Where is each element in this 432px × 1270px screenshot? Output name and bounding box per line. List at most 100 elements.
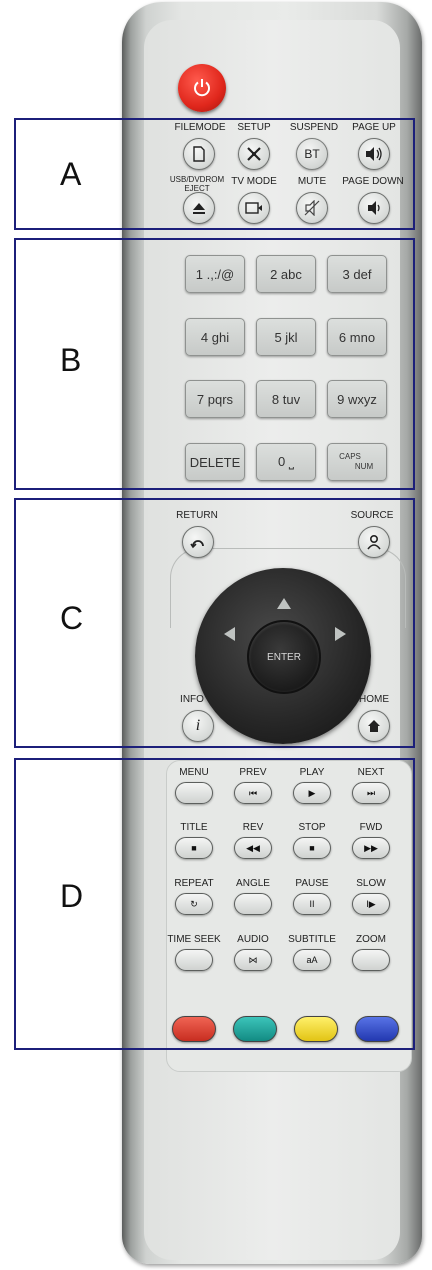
section-b-letter: B	[60, 342, 82, 378]
repeat-icon: ↻	[190, 898, 198, 909]
green-button[interactable]	[233, 1016, 277, 1042]
playback-label-fwd: FWD	[359, 822, 383, 833]
enter-button[interactable]: ENTER	[247, 620, 321, 694]
info-label: INFO	[180, 694, 204, 705]
eject-icon	[193, 203, 205, 214]
home-label: HOME	[359, 694, 389, 705]
subtitle-button[interactable]: aA	[293, 949, 331, 971]
mute-label: MUTE	[297, 176, 327, 187]
key-3[interactable]: 3 def	[327, 255, 387, 293]
slow-button[interactable]: I▶	[352, 893, 390, 915]
page-up-button[interactable]	[358, 138, 390, 170]
stop-button[interactable]: ■	[293, 837, 331, 859]
power-button[interactable]	[178, 64, 226, 112]
playback-label-audio: AUDIO	[237, 934, 269, 945]
setup-label: SETUP	[237, 122, 271, 133]
key-5[interactable]: 5 jkl	[256, 318, 316, 356]
playback-label-subtitle: SUBTITLE	[288, 934, 336, 945]
key-6[interactable]: 6 mno	[327, 318, 387, 356]
volume-up-icon	[366, 147, 382, 161]
playback-label-slow: SLOW	[356, 878, 386, 889]
pause-button[interactable]: II	[293, 893, 331, 915]
menu-button[interactable]	[175, 782, 213, 804]
eject-button[interactable]	[183, 192, 215, 224]
source-label: SOURCE	[350, 510, 394, 521]
slow-icon: I▶	[366, 898, 376, 909]
tv-mode-label: TV MODE	[231, 176, 277, 187]
yellow-button[interactable]	[294, 1016, 338, 1042]
playback-label-pause: PAUSE	[295, 878, 329, 889]
prev-button[interactable]: ⏮	[234, 782, 272, 804]
title-button[interactable]: ■	[175, 837, 213, 859]
playback-label-repeat: REPEAT	[174, 878, 214, 889]
return-button[interactable]	[182, 526, 214, 558]
section-d-letter: D	[60, 878, 84, 914]
home-button[interactable]	[358, 710, 390, 742]
return-label: RETURN	[176, 510, 218, 521]
info-button[interactable]: i	[182, 710, 214, 742]
blue-button[interactable]	[355, 1016, 399, 1042]
section-c-letter: C	[60, 600, 84, 636]
source-button[interactable]	[358, 526, 390, 558]
page-up-label: PAGE UP	[352, 122, 396, 133]
user-icon	[367, 534, 381, 550]
rev-icon: ◀◀	[246, 842, 260, 853]
zoom-button[interactable]	[352, 949, 390, 971]
playback-label-prev: PREV	[239, 767, 267, 778]
rev-button[interactable]: ◀◀	[234, 837, 272, 859]
usb-eject-label: USB/DVDROM EJECT	[169, 175, 225, 193]
mute-icon	[304, 200, 320, 216]
playback-label-angle: ANGLE	[236, 878, 270, 889]
title-icon: ■	[191, 843, 197, 853]
file-icon	[193, 146, 205, 162]
volume-down-icon	[368, 201, 380, 215]
left-arrow-icon[interactable]	[224, 627, 235, 641]
pause-icon: II	[309, 899, 315, 909]
page-down-button[interactable]	[358, 192, 390, 224]
playback-label-stop: STOP	[298, 822, 326, 833]
key-1[interactable]: 1 .,:/@	[185, 255, 245, 293]
playback-label-time-seek: TIME SEEK	[167, 934, 221, 945]
playback-label-next: NEXT	[357, 767, 385, 778]
filemode-label: FILEMODE	[174, 122, 226, 133]
playback-label-play: PLAY	[299, 767, 325, 778]
home-icon	[368, 720, 380, 732]
up-arrow-icon[interactable]	[277, 598, 291, 609]
suspend-button[interactable]: BT	[296, 138, 328, 170]
tv-mode-icon	[245, 202, 262, 214]
playback-label-rev: REV	[242, 822, 264, 833]
next-icon: ⏭	[366, 787, 376, 798]
key-8[interactable]: 8 tuv	[256, 380, 316, 418]
prev-icon: ⏮	[248, 787, 258, 798]
suspend-label: SUSPEND	[289, 122, 339, 133]
repeat-button[interactable]: ↻	[175, 893, 213, 915]
fwd-button[interactable]: ▶▶	[352, 837, 390, 859]
playback-label-title: TITLE	[180, 822, 208, 833]
filemode-button[interactable]	[183, 138, 215, 170]
subtitle-icon: aA	[306, 955, 318, 965]
red-button[interactable]	[172, 1016, 216, 1042]
setup-button[interactable]	[238, 138, 270, 170]
caps-label: CAPS	[339, 452, 361, 461]
tools-icon	[247, 147, 261, 161]
next-button[interactable]: ⏭	[352, 782, 390, 804]
key-2[interactable]: 2 abc	[256, 255, 316, 293]
info-icon: i	[195, 717, 201, 734]
key-0[interactable]: 0 ⎵	[256, 443, 316, 481]
angle-button[interactable]	[234, 893, 272, 915]
playback-label-menu: MENU	[179, 767, 209, 778]
audio-button[interactable]: ⋈	[234, 949, 272, 971]
mute-button[interactable]	[296, 192, 328, 224]
key-7[interactable]: 7 pqrs	[185, 380, 245, 418]
num-label: NUM	[354, 462, 374, 471]
play-button[interactable]: ▶	[293, 782, 331, 804]
right-arrow-icon[interactable]	[335, 627, 346, 641]
stop-icon: ■	[309, 843, 315, 853]
tv-mode-button[interactable]	[238, 192, 270, 224]
caps-num-key[interactable]: CAPS NUM	[327, 443, 387, 481]
time-seek-button[interactable]	[175, 949, 213, 971]
delete-key[interactable]: DELETE	[185, 443, 245, 481]
key-9[interactable]: 9 wxyz	[327, 380, 387, 418]
page-down-label: PAGE DOWN	[342, 176, 404, 187]
key-4[interactable]: 4 ghi	[185, 318, 245, 356]
